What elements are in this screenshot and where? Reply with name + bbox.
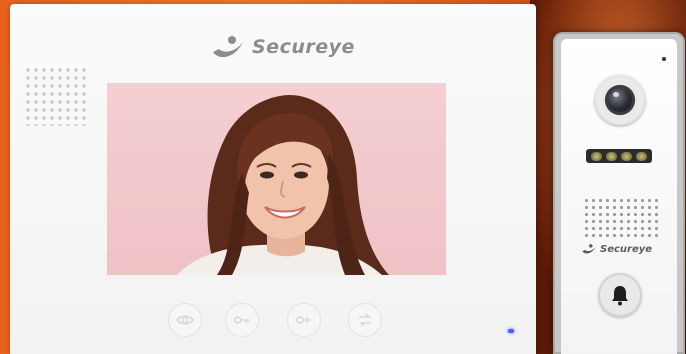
- visitor-portrait-image: [177, 94, 389, 275]
- brand-swoosh-icon: [582, 244, 596, 254]
- eye-icon: [176, 315, 194, 325]
- status-led: [508, 329, 514, 333]
- monitor-view-button[interactable]: [168, 303, 202, 337]
- microphone-hole: [662, 57, 666, 61]
- door-panel-brand-text: Secureye: [600, 243, 653, 255]
- door-panel-brand-logo: Secureye: [581, 243, 652, 255]
- bell-icon: [612, 286, 628, 306]
- camera-lens-icon: [605, 85, 635, 115]
- monitor-brand-text: Secureye: [252, 36, 355, 58]
- transfer-icon: [359, 313, 371, 327]
- monitor-touch-controls: [168, 303, 398, 337]
- outdoor-door-panel: Secureye: [553, 32, 685, 354]
- ir-led: [591, 151, 602, 161]
- camera-housing: [595, 75, 645, 125]
- ir-led: [621, 151, 632, 161]
- monitor-brand-logo: Secureye: [210, 32, 355, 62]
- door-panel-face: Secureye: [561, 39, 677, 354]
- brand-swoosh-icon: [213, 36, 243, 58]
- speaker-grille: [24, 66, 86, 126]
- key-icon: [234, 316, 249, 324]
- call-bell-button[interactable]: [598, 273, 642, 317]
- monitor-key-button[interactable]: [225, 303, 259, 337]
- door-speaker-grille: [583, 197, 659, 239]
- ir-led-bar: [586, 149, 652, 163]
- ir-led: [636, 151, 647, 161]
- unlock-icon: [296, 316, 311, 324]
- monitor-unlock-button[interactable]: [287, 303, 321, 337]
- monitor-transfer-button[interactable]: [348, 303, 382, 337]
- ir-led: [606, 151, 617, 161]
- indoor-monitor: Secureye: [10, 4, 536, 354]
- video-screen: [107, 83, 446, 275]
